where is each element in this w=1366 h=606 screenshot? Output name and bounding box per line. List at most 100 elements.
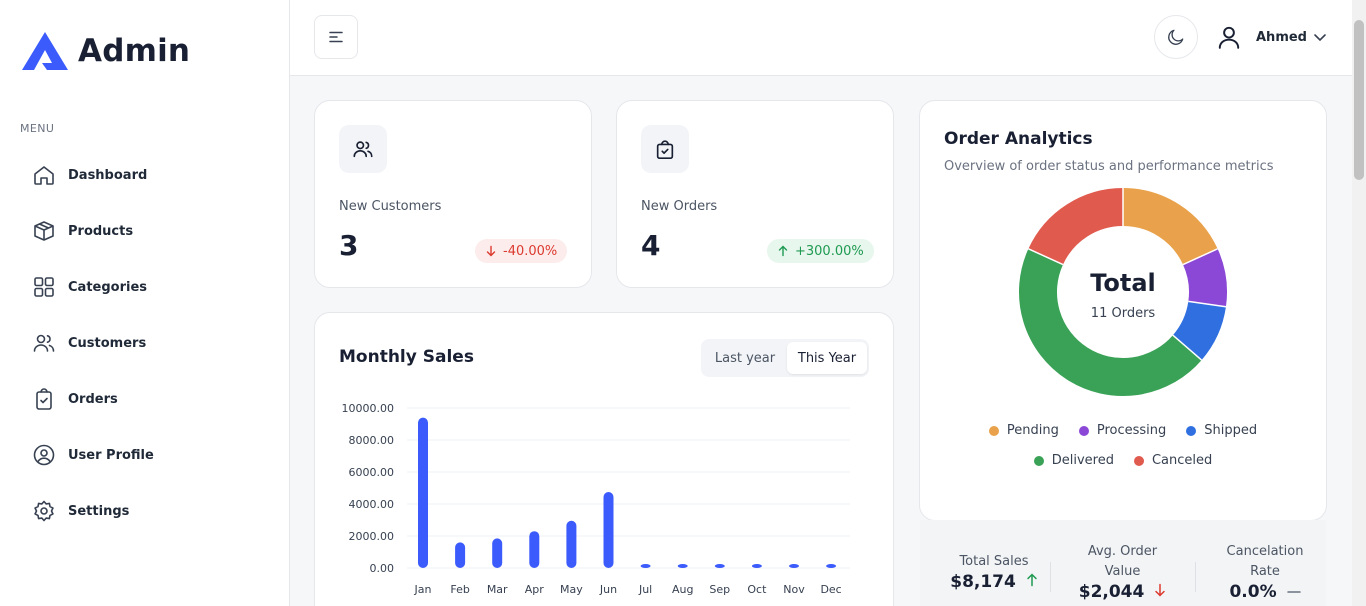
order-analytics-card: Order Analytics Overview of order status… — [919, 100, 1327, 521]
monthly-sales-chart: 0.00 2000.00 4000.00 6000.00 8000.00 10000.00… — [342, 402, 850, 596]
monthly-sales-card: Monthly Sales Last year This Year 0.00 20… — [314, 312, 894, 606]
bar-sep[interactable] — [714, 564, 725, 568]
new-orders-card: New Orders 4 +300.00% — [616, 100, 894, 288]
legend-label: Canceled — [1151, 453, 1213, 468]
dark-mode-toggle[interactable] — [1154, 15, 1198, 59]
user-circle-icon — [33, 444, 55, 466]
x-tick-label: Dec — [820, 583, 841, 596]
donut-center-subtitle: 11 Orders — [1091, 306, 1156, 321]
metric-value-text: 0.0% — [1229, 582, 1277, 602]
bar-jul[interactable] — [640, 564, 651, 568]
sidebar-item-user-profile[interactable]: User Profile — [20, 427, 270, 483]
sidebar-item-customers[interactable]: Customers — [20, 315, 270, 371]
sidebar-item-label: Orders — [68, 391, 118, 407]
sidebar-item-categories[interactable]: Categories — [20, 259, 270, 315]
metric-value: $2,044 — [1065, 582, 1180, 602]
stat-value: 3 — [339, 229, 359, 262]
sidebar-item-dashboard[interactable]: Dashboard — [20, 147, 270, 203]
menu-toggle-button[interactable] — [314, 15, 358, 59]
stat-label: New Customers — [339, 199, 442, 214]
sidebar: Admin MENU Dashboard Products Categories… — [0, 0, 290, 606]
change-value: -40.00% — [503, 243, 558, 259]
y-tick-label: 2000.00 — [349, 530, 395, 543]
legend-item-pending[interactable]: Pending — [988, 423, 1059, 438]
slice-processing[interactable] — [1182, 248, 1227, 307]
sidebar-item-label: Products — [68, 223, 134, 239]
sidebar-item-products[interactable]: Products — [20, 203, 270, 259]
stat-label: New Orders — [641, 199, 718, 214]
user-name: Ahmed — [1256, 29, 1307, 45]
user-icon — [1218, 26, 1240, 49]
metric-total-sales: Total Sales $8,174 — [934, 552, 1054, 592]
x-tick-label: Mar — [487, 583, 508, 596]
change-badge: +300.00% — [767, 239, 874, 263]
x-tick-label: Feb — [450, 583, 469, 596]
metric-cancelation-rate: Cancelation Rate 0.0% — [1210, 542, 1320, 602]
sidebar-item-label: Dashboard — [68, 167, 148, 183]
sidebar-item-label: Categories — [68, 279, 148, 295]
x-tick-label: May — [560, 583, 583, 596]
metric-divider — [1195, 562, 1196, 592]
customers-stat-icon — [339, 125, 387, 173]
bar-feb[interactable] — [455, 542, 466, 568]
legend-label: Processing — [1096, 423, 1167, 438]
y-tick-label: 6000.00 — [349, 466, 395, 479]
user-menu[interactable]: Ahmed — [1216, 22, 1327, 52]
metric-divider — [1050, 562, 1051, 592]
bar-may[interactable] — [566, 520, 577, 568]
arrow-up-icon — [1027, 573, 1037, 587]
legend-label: Pending — [1006, 423, 1059, 438]
arrow-down-icon — [1155, 583, 1166, 597]
bar-nov[interactable] — [789, 564, 799, 568]
donut-legend-row-2: Delivered Canceled — [920, 453, 1326, 468]
legend-label: Delivered — [1051, 453, 1114, 468]
brand-name: Admin — [78, 33, 191, 69]
arrow-up-icon — [778, 245, 788, 257]
bar-mar[interactable] — [492, 538, 503, 568]
bar-jun[interactable] — [603, 492, 614, 568]
legend-item-delivered[interactable]: Delivered — [1033, 453, 1114, 468]
top-header: Ahmed — [290, 0, 1352, 76]
x-tick-label: Jun — [599, 583, 617, 596]
y-tick-label: 8000.00 — [349, 434, 395, 447]
menu-lines-icon — [329, 31, 343, 43]
scrollbar-thumb[interactable] — [1354, 20, 1364, 180]
slice-shipped[interactable] — [1172, 300, 1226, 361]
shopping-bag-icon — [656, 140, 674, 159]
sidebar-item-settings[interactable]: Settings — [20, 483, 270, 539]
sidebar-item-label: User Profile — [68, 447, 154, 463]
x-tick-label: Nov — [783, 583, 805, 596]
grid-icon — [34, 277, 54, 297]
y-tick-label: 0.00 — [370, 562, 395, 575]
slice-canceled[interactable] — [1028, 188, 1124, 266]
metric-label: Avg. Order Value — [1087, 544, 1158, 579]
orders-stat-icon — [641, 125, 689, 173]
bar-aug[interactable] — [677, 564, 688, 568]
sidebar-item-label: Customers — [68, 335, 147, 351]
metric-avg-order-value: Avg. Order Value $2,044 — [1065, 542, 1180, 602]
users-icon — [353, 141, 373, 158]
bar-oct[interactable] — [751, 564, 762, 568]
brand-logo[interactable]: Admin — [20, 30, 190, 72]
legend-dot — [1078, 425, 1089, 436]
sidebar-item-orders[interactable]: Orders — [20, 371, 270, 427]
new-customers-card: New Customers 3 -40.00% — [314, 100, 592, 288]
legend-item-processing[interactable]: Processing — [1078, 423, 1167, 438]
bar-jan[interactable] — [418, 417, 428, 568]
legend-item-canceled[interactable]: Canceled — [1133, 453, 1213, 468]
slice-pending[interactable] — [1122, 188, 1218, 266]
order-status-donut-chart: Total 11 Orders — [1019, 188, 1227, 396]
page-scrollbar[interactable] — [1352, 0, 1366, 606]
menu-section-label: MENU — [20, 122, 55, 135]
bar-dec[interactable] — [826, 564, 837, 568]
metric-value: $8,174 — [934, 572, 1054, 592]
legend-label: Shipped — [1204, 423, 1258, 438]
moon-icon — [1168, 29, 1184, 45]
bar-apr[interactable] — [529, 531, 540, 568]
metric-value: 0.0% — [1210, 582, 1320, 602]
legend-item-shipped[interactable]: Shipped — [1186, 423, 1257, 438]
x-tick-label: Oct — [747, 583, 767, 596]
arrow-down-icon — [486, 245, 496, 257]
x-tick-label: Sep — [709, 583, 730, 596]
metric-value-text: $2,044 — [1078, 582, 1145, 602]
